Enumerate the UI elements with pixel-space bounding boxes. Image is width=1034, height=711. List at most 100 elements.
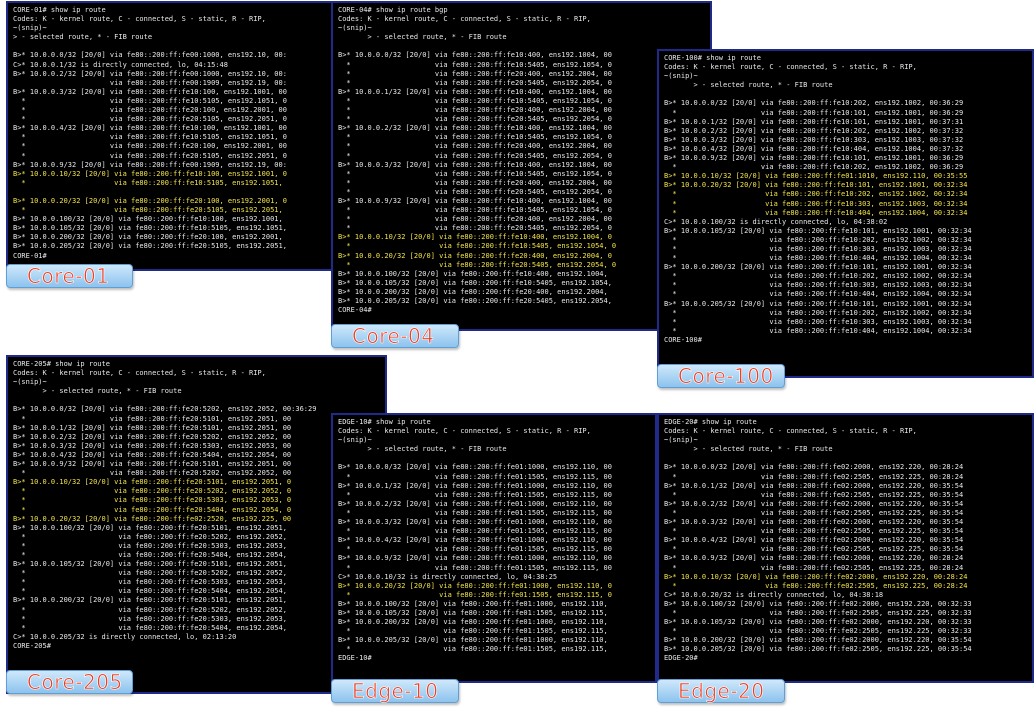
terminal-line: B>* 10.0.0.2/32 [20/0] via fe80::200:ff:… xyxy=(13,69,287,78)
terminal-line: * via fe80::200:ff:fe20:100, ens192.2001… xyxy=(13,142,287,151)
terminal-line: B>* 10.0.0.20/32 [20/0] via fe80::200:ff… xyxy=(664,181,968,190)
terminal-line: B>* 10.0.0.1/32 [20/0] via fe80::200:ff:… xyxy=(338,87,612,96)
terminal-line: C>* 10.0.0.1/32 is directly connected, l… xyxy=(13,60,228,69)
terminal-line: via fe80::200:ff:fe00:1909, ens192.19, 0… xyxy=(13,78,287,87)
terminal-line: * via fe80::200:ff:fe01:1505, ens192.115… xyxy=(338,627,608,636)
terminal-line: B>* 10.0.0.10/32 [20/0] via fe80::200:ff… xyxy=(13,169,287,178)
terminal-core-01[interactable]: CORE-01# show ip route Codes: K - kernel … xyxy=(6,1,333,271)
terminal-line: B>* 10.0.0.105/32 [20/0] via fe80::200:f… xyxy=(13,224,287,233)
terminal-line: B>* 10.0.0.200/32 [20/0] via fe80::200:f… xyxy=(13,233,283,242)
terminal-edge-10[interactable]: EDGE-10# show ip route Codes: K - kernel … xyxy=(331,413,657,683)
terminal-line: * via fe80::200:ff:fe01:1505, ens192.115… xyxy=(338,545,612,554)
terminal-line: CORE-01# show ip route xyxy=(13,6,106,14)
terminal-line: EDGE-20# show ip route xyxy=(664,418,757,426)
terminal-core-205[interactable]: CORE-205# show ip route Codes: K - kernel… xyxy=(6,355,387,694)
terminal-line: B>* 10.0.0.4/32 [20/0] via fe80::200:ff:… xyxy=(13,450,292,459)
terminal-line: * via fe80::200:ff:fe01:1505, ens192.115… xyxy=(338,590,612,599)
terminal-line: ~(snip)~ xyxy=(13,24,47,33)
terminal-line: * via fe80::200:ff:fe01:1505, ens192.115… xyxy=(338,508,612,517)
terminal-line: ~(snip)~ xyxy=(664,72,698,81)
terminal-line: * via fe80::200:ff:fe20:5405, ens192.205… xyxy=(338,115,612,124)
terminal-line: * via fe80::200:ff:fe01:1505, ens192.115… xyxy=(338,490,612,499)
terminal-line: B>* 10.0.0.100/32 [20/0] via fe80::200:f… xyxy=(338,599,608,608)
terminal-line: C>* 10.0.0.10/32 is directly connected, … xyxy=(338,572,558,581)
terminal-line: CORE-01# xyxy=(13,251,47,260)
terminal-line: CORE-100# show ip route xyxy=(664,54,761,62)
terminal-line: * via fe80::200:ff:fe20:5105, ens192.205… xyxy=(13,151,287,160)
label-core-04: Core-04 xyxy=(331,324,459,348)
terminal-line: * via fe80::200:ff:fe20:400, ens192.2004… xyxy=(338,142,612,151)
terminal-line: * via fe80::200:ff:fe20:5405, ens192.205… xyxy=(338,151,612,160)
terminal-line: EDGE-20# xyxy=(664,654,698,663)
terminal-line: B>* 10.0.0.205/32 [20/0] via fe80::200:f… xyxy=(338,636,608,645)
terminal-line: B>* 10.0.0.100/32 [20/0] via fe80::200:f… xyxy=(338,269,608,278)
terminal-line: Codes: K - kernel route, C - connected, … xyxy=(13,15,266,24)
terminal-line: * via fe80::200:ff:fe20:5202, ens192.205… xyxy=(13,569,287,578)
terminal-line: * via fe80::200:ff:fe02:2505, ens192.225… xyxy=(664,581,968,590)
terminal-line: * via fe80::200:ff:fe10:404, ens192.1004… xyxy=(664,290,972,299)
terminal-core-100[interactable]: CORE-100# show ip route Codes: K - kernel… xyxy=(657,49,1034,378)
terminal-line: * via fe80::200:ff:fe10:303, ens192.1003… xyxy=(664,281,972,290)
terminal-line: B>* 10.0.0.0/32 [20/0] via fe80::200:ff:… xyxy=(664,99,964,108)
terminal-line: * via fe80::200:ff:fe02:2505, ens192.225… xyxy=(664,490,964,499)
terminal-line: B>* 10.0.0.2/32 [20/0] via fe80::200:ff:… xyxy=(338,499,612,508)
terminal-line: * via fe80::200:ff:fe20:5405, ens192.205… xyxy=(338,224,612,233)
terminal-line: EDGE-10# show ip route xyxy=(338,418,431,426)
terminal-core-04[interactable]: CORE-04# show ip route bgp Codes: K - ker… xyxy=(331,1,712,331)
terminal-line: * via fe80::200:ff:fe10:404, ens192.1004… xyxy=(664,326,972,335)
terminal-line: * via fe80::200:ff:fe20:5202, ens192.205… xyxy=(13,532,287,541)
terminal-line: ~(snip)~ xyxy=(338,436,372,445)
terminal-line: B>* 10.0.0.2/32 [20/0] via fe80::200:ff:… xyxy=(13,432,292,441)
terminal-line: B>* 10.0.0.9/32 [20/0] via fe80::200:ff:… xyxy=(13,460,292,469)
terminal-line: * via fe80::200:ff:fe20:5405, ens192.205… xyxy=(338,260,617,269)
terminal-line: ~(snip)~ xyxy=(664,436,698,445)
terminal-line: B>* 10.0.0.3/32 [20/0] via fe80::200:ff:… xyxy=(338,518,612,527)
terminal-line: * via fe80::200:ff:fe20:5404, ens192.205… xyxy=(13,623,287,632)
terminal-line: B>* 10.0.0.2/32 [20/0] via fe80::200:ff:… xyxy=(664,499,964,508)
terminal-line: * via fe80::200:ff:fe10:303, ens192.1003… xyxy=(664,244,972,253)
terminal-line: * via fe80::200:ff:fe01:1505, ens192.115… xyxy=(338,563,612,572)
terminal-line: B>* 10.0.0.3/32 [20/0] via fe80::200:ff:… xyxy=(664,518,964,527)
terminal-line: B>* 10.0.0.20/32 [20/0] via fe80::200:ff… xyxy=(13,196,287,205)
terminal-line: * via fe80::200:ff:fe10:5105, ens192.105… xyxy=(13,96,287,105)
terminal-line: * via fe80::200:ff:fe20:5404, ens192.205… xyxy=(13,505,292,514)
terminal-line: B>* 10.0.0.10/32 [20/0] via fe80::200:ff… xyxy=(664,172,968,181)
terminal-line: B>* 10.0.0.10/32 [20/0] via fe80::200:ff… xyxy=(338,233,612,242)
terminal-line: B>* 10.0.0.9/32 [20/0] via fe80::200:ff:… xyxy=(338,196,612,205)
terminal-line: * via fe80::200:ff:fe10:202, ens192.1002… xyxy=(664,308,972,317)
terminal-line: * via fe80::200:ff:fe02:2505, ens192.225… xyxy=(664,627,972,636)
terminal-line: B>* 10.0.0.100/32 [20/0] via fe80::200:f… xyxy=(13,215,283,224)
terminal-line: B>* 10.0.0.0/32 [20/0] via fe80::200:ff:… xyxy=(13,51,287,60)
terminal-line: B>* 10.0.0.1/32 [20/0] via fe80::200:ff:… xyxy=(664,481,964,490)
terminal-line: * via fe80::200:ff:fe20:5405, ens192.205… xyxy=(338,78,612,87)
terminal-edge-20[interactable]: EDGE-20# show ip route Codes: K - kernel … xyxy=(657,413,1034,683)
terminal-line: * via fe80::200:ff:fe20:5404, ens192.205… xyxy=(13,587,287,596)
terminal-line: B>* 10.0.0.4/32 [20/0] via fe80::200:ff:… xyxy=(664,536,964,545)
terminal-line: > - selected route, * - FIB route xyxy=(338,33,507,42)
terminal-line: * via fe80::200:ff:fe20:400, ens192.2004… xyxy=(338,69,612,78)
terminal-line: * via fe80::200:ff:fe10:5105, ens192.105… xyxy=(13,178,283,187)
terminal-line: CORE-100# xyxy=(664,335,702,344)
terminal-line: B>* 10.0.0.2/32 [20/0] via fe80::200:ff:… xyxy=(338,124,612,133)
terminal-line: B>* 10.0.0.105/32 [20/0] via fe80::200:f… xyxy=(338,608,608,617)
terminal-line: * via fe80::200:ff:fe20:5404, ens192.205… xyxy=(13,550,287,559)
terminal-line: C>* 10.0.0.100/32 is directly connected,… xyxy=(664,217,888,226)
terminal-line: > - selected route, * - FIB route xyxy=(338,445,507,454)
terminal-line: B>* 10.0.0.3/32 [20/0] via fe80::200:ff:… xyxy=(664,135,964,144)
terminal-line: B>* 10.0.0.105/32 [20/0] via fe80::200:f… xyxy=(338,278,612,287)
terminal-line: * via fe80::200:ff:fe10:5105, ens192.105… xyxy=(13,133,287,142)
terminal-line: B>* 10.0.0.20/32 [20/0] via fe80::200:ff… xyxy=(338,581,612,590)
terminal-line: B>* 10.0.0.4/32 [20/0] via fe80::200:ff:… xyxy=(13,124,287,133)
terminal-line: B>* 10.0.0.10/32 [20/0] via fe80::200:ff… xyxy=(13,478,292,487)
terminal-line: > - selected route, * - FIB route xyxy=(13,33,153,42)
terminal-line: B>* 10.0.0.0/32 [20/0] via fe80::200:ff:… xyxy=(13,405,317,414)
terminal-line: B>* 10.0.0.200/32 [20/0] via fe80::200:f… xyxy=(664,636,972,645)
terminal-line: B>* 10.0.0.1/32 [20/0] via fe80::200:ff:… xyxy=(338,481,612,490)
terminal-line: > - selected route, * - FIB route xyxy=(13,387,182,396)
terminal-line: B>* 10.0.0.0/32 [20/0] via fe80::200:ff:… xyxy=(338,51,612,60)
label-edge-10: Edge-10 xyxy=(331,679,459,703)
